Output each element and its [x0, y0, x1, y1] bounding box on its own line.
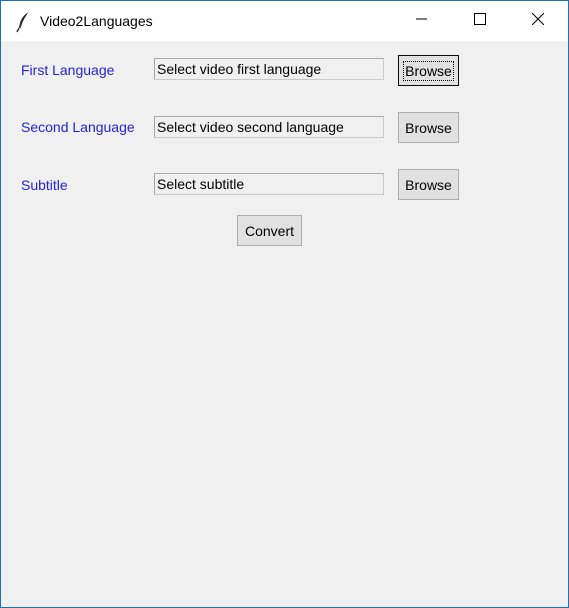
- minimize-button[interactable]: [393, 1, 451, 41]
- first-language-browse-button[interactable]: Browse: [398, 55, 459, 86]
- first-language-input[interactable]: [154, 58, 384, 80]
- maximize-icon: [474, 12, 486, 30]
- maximize-button[interactable]: [451, 1, 509, 41]
- form-area: First Language Browse Second Language Br…: [1, 41, 568, 607]
- convert-button[interactable]: Convert: [237, 215, 302, 246]
- second-language-browse-button[interactable]: Browse: [398, 112, 459, 143]
- browse-label: Browse: [405, 176, 452, 193]
- feather-icon: [15, 11, 33, 33]
- second-language-input[interactable]: [154, 116, 384, 138]
- browse-label: Browse: [405, 119, 452, 136]
- browse-label: Browse: [403, 60, 454, 81]
- app-window: Video2Languages First Language Browse Se…: [0, 0, 569, 608]
- second-language-label: Second Language: [21, 119, 135, 135]
- close-icon: [531, 12, 545, 30]
- title-bar[interactable]: Video2Languages: [1, 1, 568, 41]
- subtitle-browse-button[interactable]: Browse: [398, 169, 459, 200]
- window-title: Video2Languages: [40, 13, 153, 29]
- subtitle-input[interactable]: [154, 173, 384, 195]
- subtitle-label: Subtitle: [21, 177, 68, 193]
- convert-label: Convert: [244, 222, 295, 239]
- close-button[interactable]: [509, 1, 567, 41]
- first-language-label: First Language: [21, 62, 115, 78]
- minimize-icon: [416, 12, 428, 30]
